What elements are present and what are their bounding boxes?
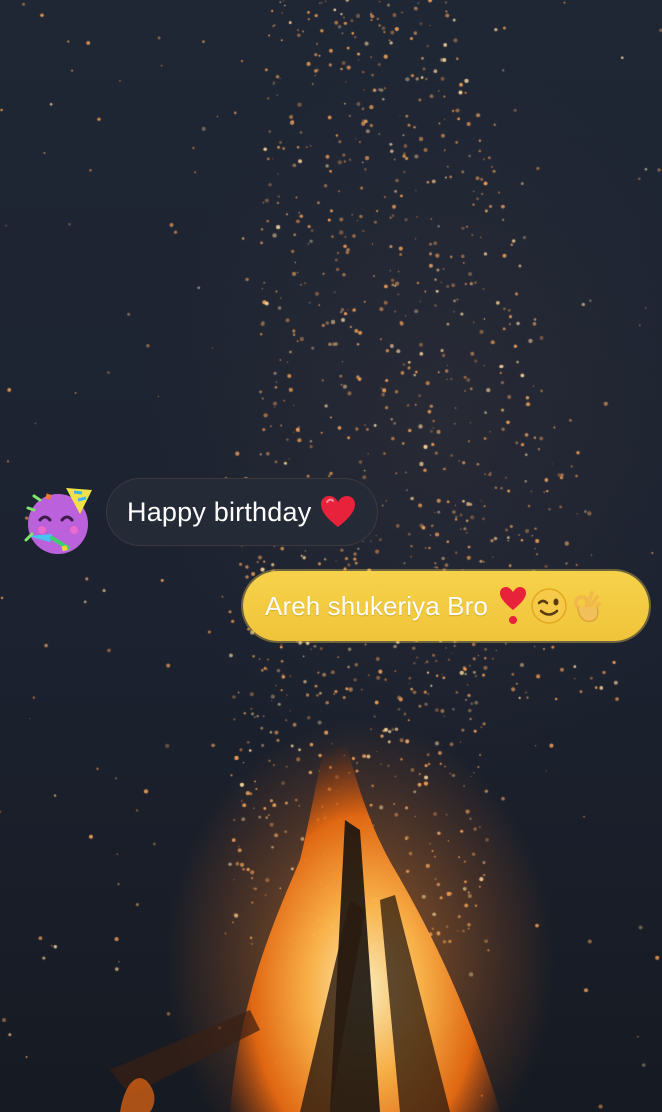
heart-exclamation-icon (499, 587, 526, 624)
party-face-icon (24, 488, 92, 554)
outgoing-message-text: Areh shukeriya Bro (265, 590, 488, 621)
incoming-message-bubble[interactable]: Happy birthday (106, 478, 378, 546)
bonfire-image (110, 700, 500, 1112)
incoming-message-text: Happy birthday (127, 496, 312, 527)
winking-face-icon (531, 588, 567, 624)
red-heart-icon (321, 496, 356, 527)
outgoing-message-bubble[interactable]: Areh shukeriya Bro (243, 571, 649, 641)
ok-hand-icon (573, 591, 601, 623)
